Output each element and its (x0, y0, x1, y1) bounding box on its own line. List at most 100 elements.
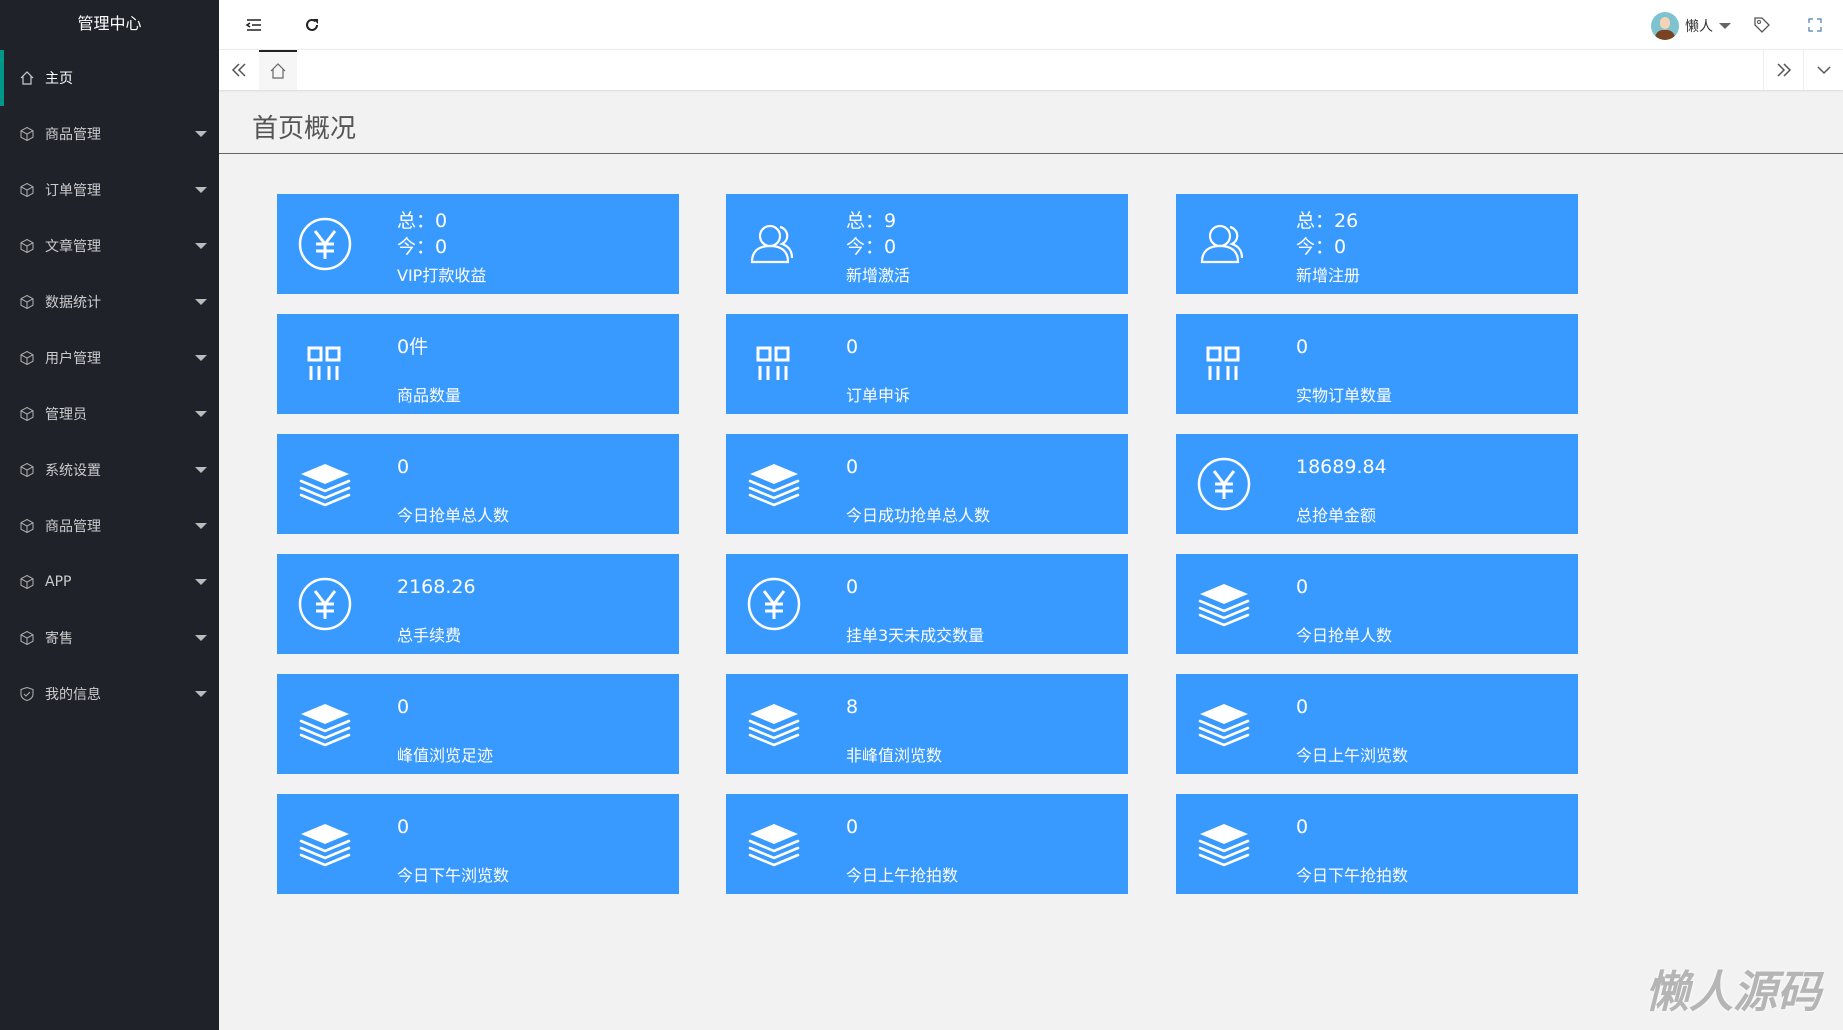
stat-label: 今日抢单总人数 (397, 506, 510, 525)
sidebar-item-label: APP (45, 574, 72, 590)
layers-icon (295, 814, 355, 874)
stat-card: 8 非峰值浏览数 (726, 674, 1128, 774)
sidebar-item-label: 商品管理 (45, 519, 101, 535)
stat-card: 0 今日下午抢拍数 (1176, 794, 1578, 894)
stat-value: 0 (846, 336, 859, 358)
sidebar-item-label: 我的信息 (45, 687, 101, 703)
sidebar-item-9[interactable]: APP (0, 554, 219, 610)
sidebar-item-label: 主页 (45, 71, 73, 87)
scroll-tabs-right-button[interactable] (1763, 50, 1803, 90)
tab-bar (219, 50, 1843, 90)
stat-value: 0件 (397, 336, 429, 358)
stat-value: 2168.26 (397, 576, 476, 598)
stat-card: 0 今日抢单人数 (1176, 554, 1578, 654)
layers-icon (295, 694, 355, 754)
stat-value: 8 (846, 696, 859, 718)
layers-icon (744, 454, 804, 514)
sidebar-item-10[interactable]: 寄售 (0, 610, 219, 666)
caret-down-icon (195, 467, 207, 473)
stat-value: 0 (1296, 336, 1309, 358)
toggle-sidebar-button[interactable] (243, 14, 265, 36)
stat-total: 总：0 (397, 210, 448, 232)
avatar (1651, 12, 1679, 40)
sidebar-nav: 主页 商品管理 订单管理 文章管理 数据统计 用户管理 管理员 系统设置 商品管理 APP 寄售 我的… (0, 50, 219, 722)
stat-card: 总：26 今：0 新增注册 (1176, 194, 1578, 294)
tag-icon (1754, 17, 1770, 33)
caret-down-icon (195, 299, 207, 305)
stat-card: 总：9 今：0 新增激活 (726, 194, 1128, 294)
stat-label: 商品数量 (397, 386, 462, 405)
sidebar-item-7[interactable]: 系统设置 (0, 442, 219, 498)
stat-label: 今日上午抢拍数 (846, 866, 959, 885)
sidebar-item-label: 管理员 (45, 407, 87, 423)
sidebar-item-8[interactable]: 商品管理 (0, 498, 219, 554)
cube-icon (19, 518, 35, 534)
stat-card: 0 峰值浏览足迹 (277, 674, 679, 774)
tab-home[interactable] (259, 50, 297, 90)
shield-icon (19, 686, 35, 702)
stat-value: 0 (397, 696, 410, 718)
stat-label: 新增注册 (1296, 266, 1361, 285)
page-header: 首页概况 (219, 90, 1843, 154)
sidebar-item-label: 文章管理 (45, 239, 101, 255)
sidebar-item-label: 寄售 (45, 631, 73, 647)
cube-icon (19, 462, 35, 478)
sidebar-item-1[interactable]: 商品管理 (0, 106, 219, 162)
layers-icon (1194, 574, 1254, 634)
double-chevron-left-icon (231, 63, 246, 77)
caret-down-icon (195, 131, 207, 137)
stat-card: 0 今日抢单总人数 (277, 434, 679, 534)
sidebar-item-6[interactable]: 管理员 (0, 386, 219, 442)
sidebar-item-3[interactable]: 文章管理 (0, 218, 219, 274)
stat-card: 0 今日下午浏览数 (277, 794, 679, 894)
users-icon (744, 214, 804, 274)
caret-down-icon (195, 635, 207, 641)
refresh-button[interactable] (301, 14, 323, 36)
stat-card: 总：0 今：0 VIP打款收益 (277, 194, 679, 294)
user-menu[interactable]: 懒人 (1651, 12, 1731, 40)
sidebar-item-5[interactable]: 用户管理 (0, 330, 219, 386)
caret-down-icon (195, 243, 207, 249)
stat-card: 2168.26 总手续费 (277, 554, 679, 654)
fullscreen-button[interactable] (1804, 14, 1826, 36)
home-icon (270, 63, 286, 79)
sidebar-item-label: 用户管理 (45, 351, 101, 367)
scroll-tabs-left-button[interactable] (219, 50, 259, 90)
chevron-down-icon (1816, 66, 1831, 75)
stat-card: 0 实物订单数量 (1176, 314, 1578, 414)
cube-icon (19, 238, 35, 254)
stat-card: 0 今日上午抢拍数 (726, 794, 1128, 894)
page-title: 首页概况 (252, 114, 357, 144)
layers-icon (1194, 694, 1254, 754)
cube-icon (19, 294, 35, 310)
stat-today: 今：0 (846, 236, 897, 258)
layers-icon (1194, 814, 1254, 874)
double-chevron-right-icon (1776, 63, 1791, 77)
stat-label: 今日成功抢单总人数 (846, 506, 991, 525)
sidebar-item-4[interactable]: 数据统计 (0, 274, 219, 330)
stat-today: 今：0 (1296, 236, 1347, 258)
sidebar-title: 管理中心 (77, 14, 142, 33)
sidebar: 管理中心 主页 商品管理 订单管理 文章管理 数据统计 用户管理 管理员 系统设置 商品管理 AP… (0, 0, 219, 1030)
tag-button[interactable] (1751, 14, 1773, 36)
sidebar-item-0[interactable]: 主页 (0, 50, 219, 106)
sidebar-item-label: 商品管理 (45, 127, 101, 143)
sidebar-item-11[interactable]: 我的信息 (0, 666, 219, 722)
stat-label: 今日下午浏览数 (397, 866, 510, 885)
stat-value: 0 (397, 456, 410, 478)
cube-icon (19, 630, 35, 646)
caret-down-icon (195, 523, 207, 529)
sidebar-item-2[interactable]: 订单管理 (0, 162, 219, 218)
stat-label: 实物订单数量 (1296, 386, 1393, 405)
stat-label: VIP打款收益 (397, 266, 487, 285)
tab-options-button[interactable] (1803, 50, 1843, 90)
yen-icon (1194, 454, 1254, 514)
sidebar-item-label: 数据统计 (45, 295, 101, 311)
stat-total: 总：9 (846, 210, 897, 232)
stat-card: 0 今日上午浏览数 (1176, 674, 1578, 774)
stat-card: 18689.84 总抢单金额 (1176, 434, 1578, 534)
grid-icon (1194, 334, 1254, 394)
layers-icon (744, 814, 804, 874)
caret-down-icon (1719, 23, 1731, 29)
stat-card: 0 挂单3天未成交数量 (726, 554, 1128, 654)
